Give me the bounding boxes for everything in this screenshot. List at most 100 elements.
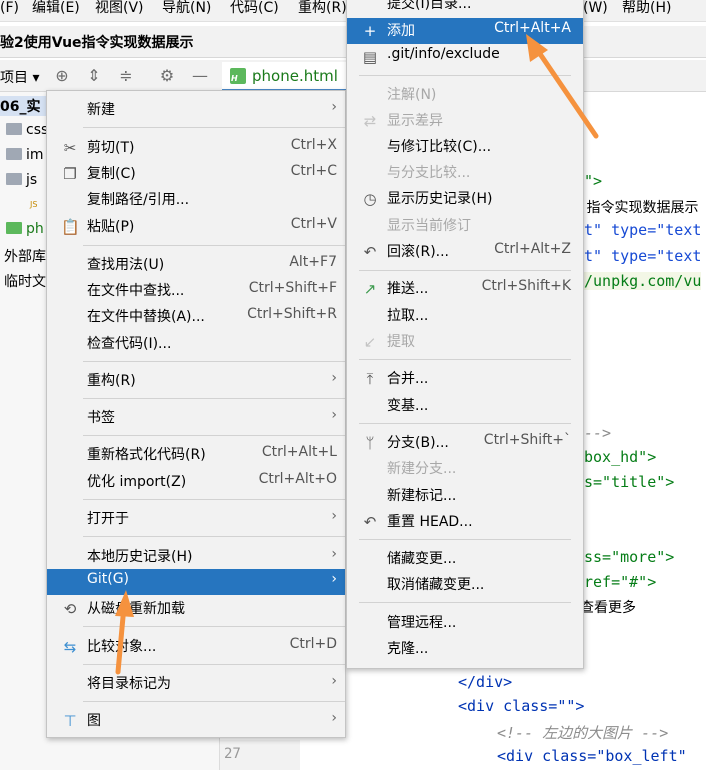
chevron-right-icon: › xyxy=(331,673,337,689)
git-item-add[interactable]: + 添加 Ctrl+Alt+A xyxy=(347,18,583,44)
copy-icon: ❐ xyxy=(63,165,77,183)
tree-item-img[interactable]: im xyxy=(6,147,44,163)
tree-item-js-file[interactable]: JS xyxy=(30,200,37,209)
project-view-selector[interactable]: 项目 ▾ xyxy=(0,67,39,87)
git-submenu: 提交(I)目录... + 添加 Ctrl+Alt+A ▤ .git/info/e… xyxy=(346,0,584,669)
git-item-stash[interactable]: 储藏变更... xyxy=(347,546,583,572)
menu-edit[interactable]: 编辑(E) xyxy=(32,0,80,16)
menu-item-refactor[interactable]: 重构(R) › xyxy=(47,368,345,394)
editor-tab-phone[interactable]: phone.html xyxy=(222,62,348,92)
editor-tab-label: phone.html xyxy=(252,67,338,85)
chevron-right-icon: › xyxy=(331,710,337,726)
git-item-push[interactable]: ↗ 推送... Ctrl+Shift+K xyxy=(347,276,583,302)
git-item-clone[interactable]: 克隆... xyxy=(347,636,583,662)
menu-window[interactable]: (W) xyxy=(583,0,608,16)
js-file-icon: JS xyxy=(30,200,38,209)
file-icon: ▤ xyxy=(362,48,378,66)
collapse-all-icon[interactable]: ≑ xyxy=(116,66,136,86)
git-item-annotate[interactable]: 注解(N) xyxy=(347,82,583,108)
push-icon: ↗ xyxy=(363,280,377,298)
menu-item-compare-with[interactable]: ⇆ 比较对象... Ctrl+D xyxy=(47,634,345,660)
tree-item-external-libs[interactable]: 外部库 xyxy=(4,246,46,266)
reset-icon: ↶ xyxy=(363,513,377,531)
chevron-right-icon: › xyxy=(331,407,337,423)
code-line: <div class=""> xyxy=(458,697,585,715)
git-item-pull[interactable]: 拉取... xyxy=(347,303,583,329)
code-line: "> xyxy=(584,172,603,190)
git-item-show-current-revision[interactable]: 显示当前修订 xyxy=(347,213,583,239)
expand-all-icon[interactable]: ⇕ xyxy=(84,66,104,86)
reload-icon: ⟲ xyxy=(63,600,77,618)
menu-view[interactable]: 视图(V) xyxy=(95,0,144,16)
git-item-compare-revision[interactable]: 与修订比较(C)... xyxy=(347,134,583,160)
menu-code[interactable]: 代码(C) xyxy=(230,0,279,16)
menu-item-find-usages[interactable]: 查找用法(U) Alt+F7 xyxy=(47,252,345,278)
git-item-merge[interactable]: ⤒ 合并... xyxy=(347,366,583,392)
locate-icon[interactable]: ⊕ xyxy=(52,66,72,86)
git-item-manage-remotes[interactable]: 管理远程... xyxy=(347,610,583,636)
gear-icon[interactable]: ⚙ xyxy=(157,66,177,86)
git-item-new-tag[interactable]: 新建标记... xyxy=(347,483,583,509)
menu-navigate[interactable]: 导航(N) xyxy=(162,0,211,16)
menu-item-cut[interactable]: ✂ 剪切(T) Ctrl+X xyxy=(47,135,345,161)
git-item-show-diff[interactable]: ⇄ 显示差异 xyxy=(347,108,583,134)
menu-item-mark-directory[interactable]: 将目录标记为 › xyxy=(47,671,345,697)
menu-item-inspect-code[interactable]: 检查代码(I)... xyxy=(47,331,345,357)
git-item-new-branch[interactable]: 新建分支... xyxy=(347,456,583,482)
menu-item-new[interactable]: 新建 › xyxy=(47,97,345,123)
menu-item-replace-in-files[interactable]: 在文件中替换(A)... Ctrl+Shift+R xyxy=(47,304,345,330)
chevron-right-icon: › xyxy=(331,508,337,524)
menu-item-reload-from-disk[interactable]: ⟲ 从磁盘重新加载 xyxy=(47,596,345,622)
git-item-reset-head[interactable]: ↶ 重置 HEAD... xyxy=(347,509,583,535)
minimize-icon[interactable]: — xyxy=(190,66,210,86)
git-item-rebase[interactable]: 变基... xyxy=(347,393,583,419)
code-line: <!-- 左边的大图片 --> xyxy=(497,724,669,742)
git-item-commit-directory[interactable]: 提交(I)目录... xyxy=(347,0,583,17)
menu-item-bookmarks[interactable]: 书签 › xyxy=(47,405,345,431)
git-item-rollback[interactable]: ↶ 回滚(R)... Ctrl+Alt+Z xyxy=(347,239,583,265)
menu-item-find-in-files[interactable]: 在文件中查找... Ctrl+Shift+F xyxy=(47,278,345,304)
code-line: s="title"> xyxy=(584,473,675,491)
menu-item-diagram[interactable]: ⊤ 图 › xyxy=(47,708,345,734)
menu-item-copy-path[interactable]: 复制路径/引用... xyxy=(47,187,345,213)
git-item-show-history[interactable]: ◷ 显示历史记录(H) xyxy=(347,186,583,212)
git-item-fetch[interactable]: ↙ 提取 xyxy=(347,329,583,355)
code-line: 查看更多 xyxy=(580,600,636,616)
menu-refactor[interactable]: 重构(R) xyxy=(298,0,347,16)
menu-item-reformat-code[interactable]: 重新格式化代码(R) Ctrl+Alt+L xyxy=(47,442,345,468)
code-line: ref="#"> xyxy=(584,573,657,591)
menu-item-paste[interactable]: 📋 粘贴(P) Ctrl+V xyxy=(47,214,345,240)
plus-icon: + xyxy=(363,22,377,40)
menu-item-local-history[interactable]: 本地历史记录(H) › xyxy=(47,544,345,570)
compare-icon: ⇆ xyxy=(63,638,77,656)
fetch-icon: ↙ xyxy=(363,333,377,351)
code-line: ss="more"> xyxy=(584,548,675,566)
git-item-exclude[interactable]: ▤ .git/info/exclude xyxy=(347,44,583,70)
clock-icon: ◷ xyxy=(363,190,377,208)
tree-item-js[interactable]: js xyxy=(6,172,37,188)
project-view-label: 项目 xyxy=(0,70,28,86)
html-file-icon xyxy=(6,222,22,234)
git-item-branches[interactable]: ᛘ 分支(B)... Ctrl+Shift+` xyxy=(347,430,583,456)
tree-item-scratches[interactable]: 临时文 xyxy=(4,271,46,291)
editor-gutter: 27 xyxy=(220,740,300,770)
tree-item-label: 临时文 xyxy=(4,274,46,290)
tree-item-css[interactable]: css xyxy=(6,122,48,138)
tree-item-label: im xyxy=(26,147,44,163)
merge-icon: ⤒ xyxy=(366,370,374,388)
menu-item-copy[interactable]: ❐ 复制(C) Ctrl+C xyxy=(47,161,345,187)
menu-item-optimize-imports[interactable]: 优化 import(Z) Ctrl+Alt+O xyxy=(47,469,345,495)
menu-item-open-in[interactable]: 打开于 › xyxy=(47,506,345,532)
git-item-compare-branch[interactable]: 与分支比较... xyxy=(347,160,583,186)
code-line: box_hd"> xyxy=(584,448,657,466)
menu-help[interactable]: 帮助(H) xyxy=(622,0,671,16)
menu-file[interactable]: (F) xyxy=(0,0,19,16)
git-item-unstash[interactable]: 取消储藏变更... xyxy=(347,572,583,598)
html-file-icon xyxy=(230,68,246,84)
tree-item-phone[interactable]: ph xyxy=(6,221,44,237)
code-line: t" type="text xyxy=(584,221,702,239)
paste-icon: 📋 xyxy=(61,218,80,236)
code-line: 指令实现数据展示 xyxy=(582,200,699,216)
menu-item-git[interactable]: Git(G) › xyxy=(47,569,345,595)
chevron-right-icon: › xyxy=(331,571,337,587)
